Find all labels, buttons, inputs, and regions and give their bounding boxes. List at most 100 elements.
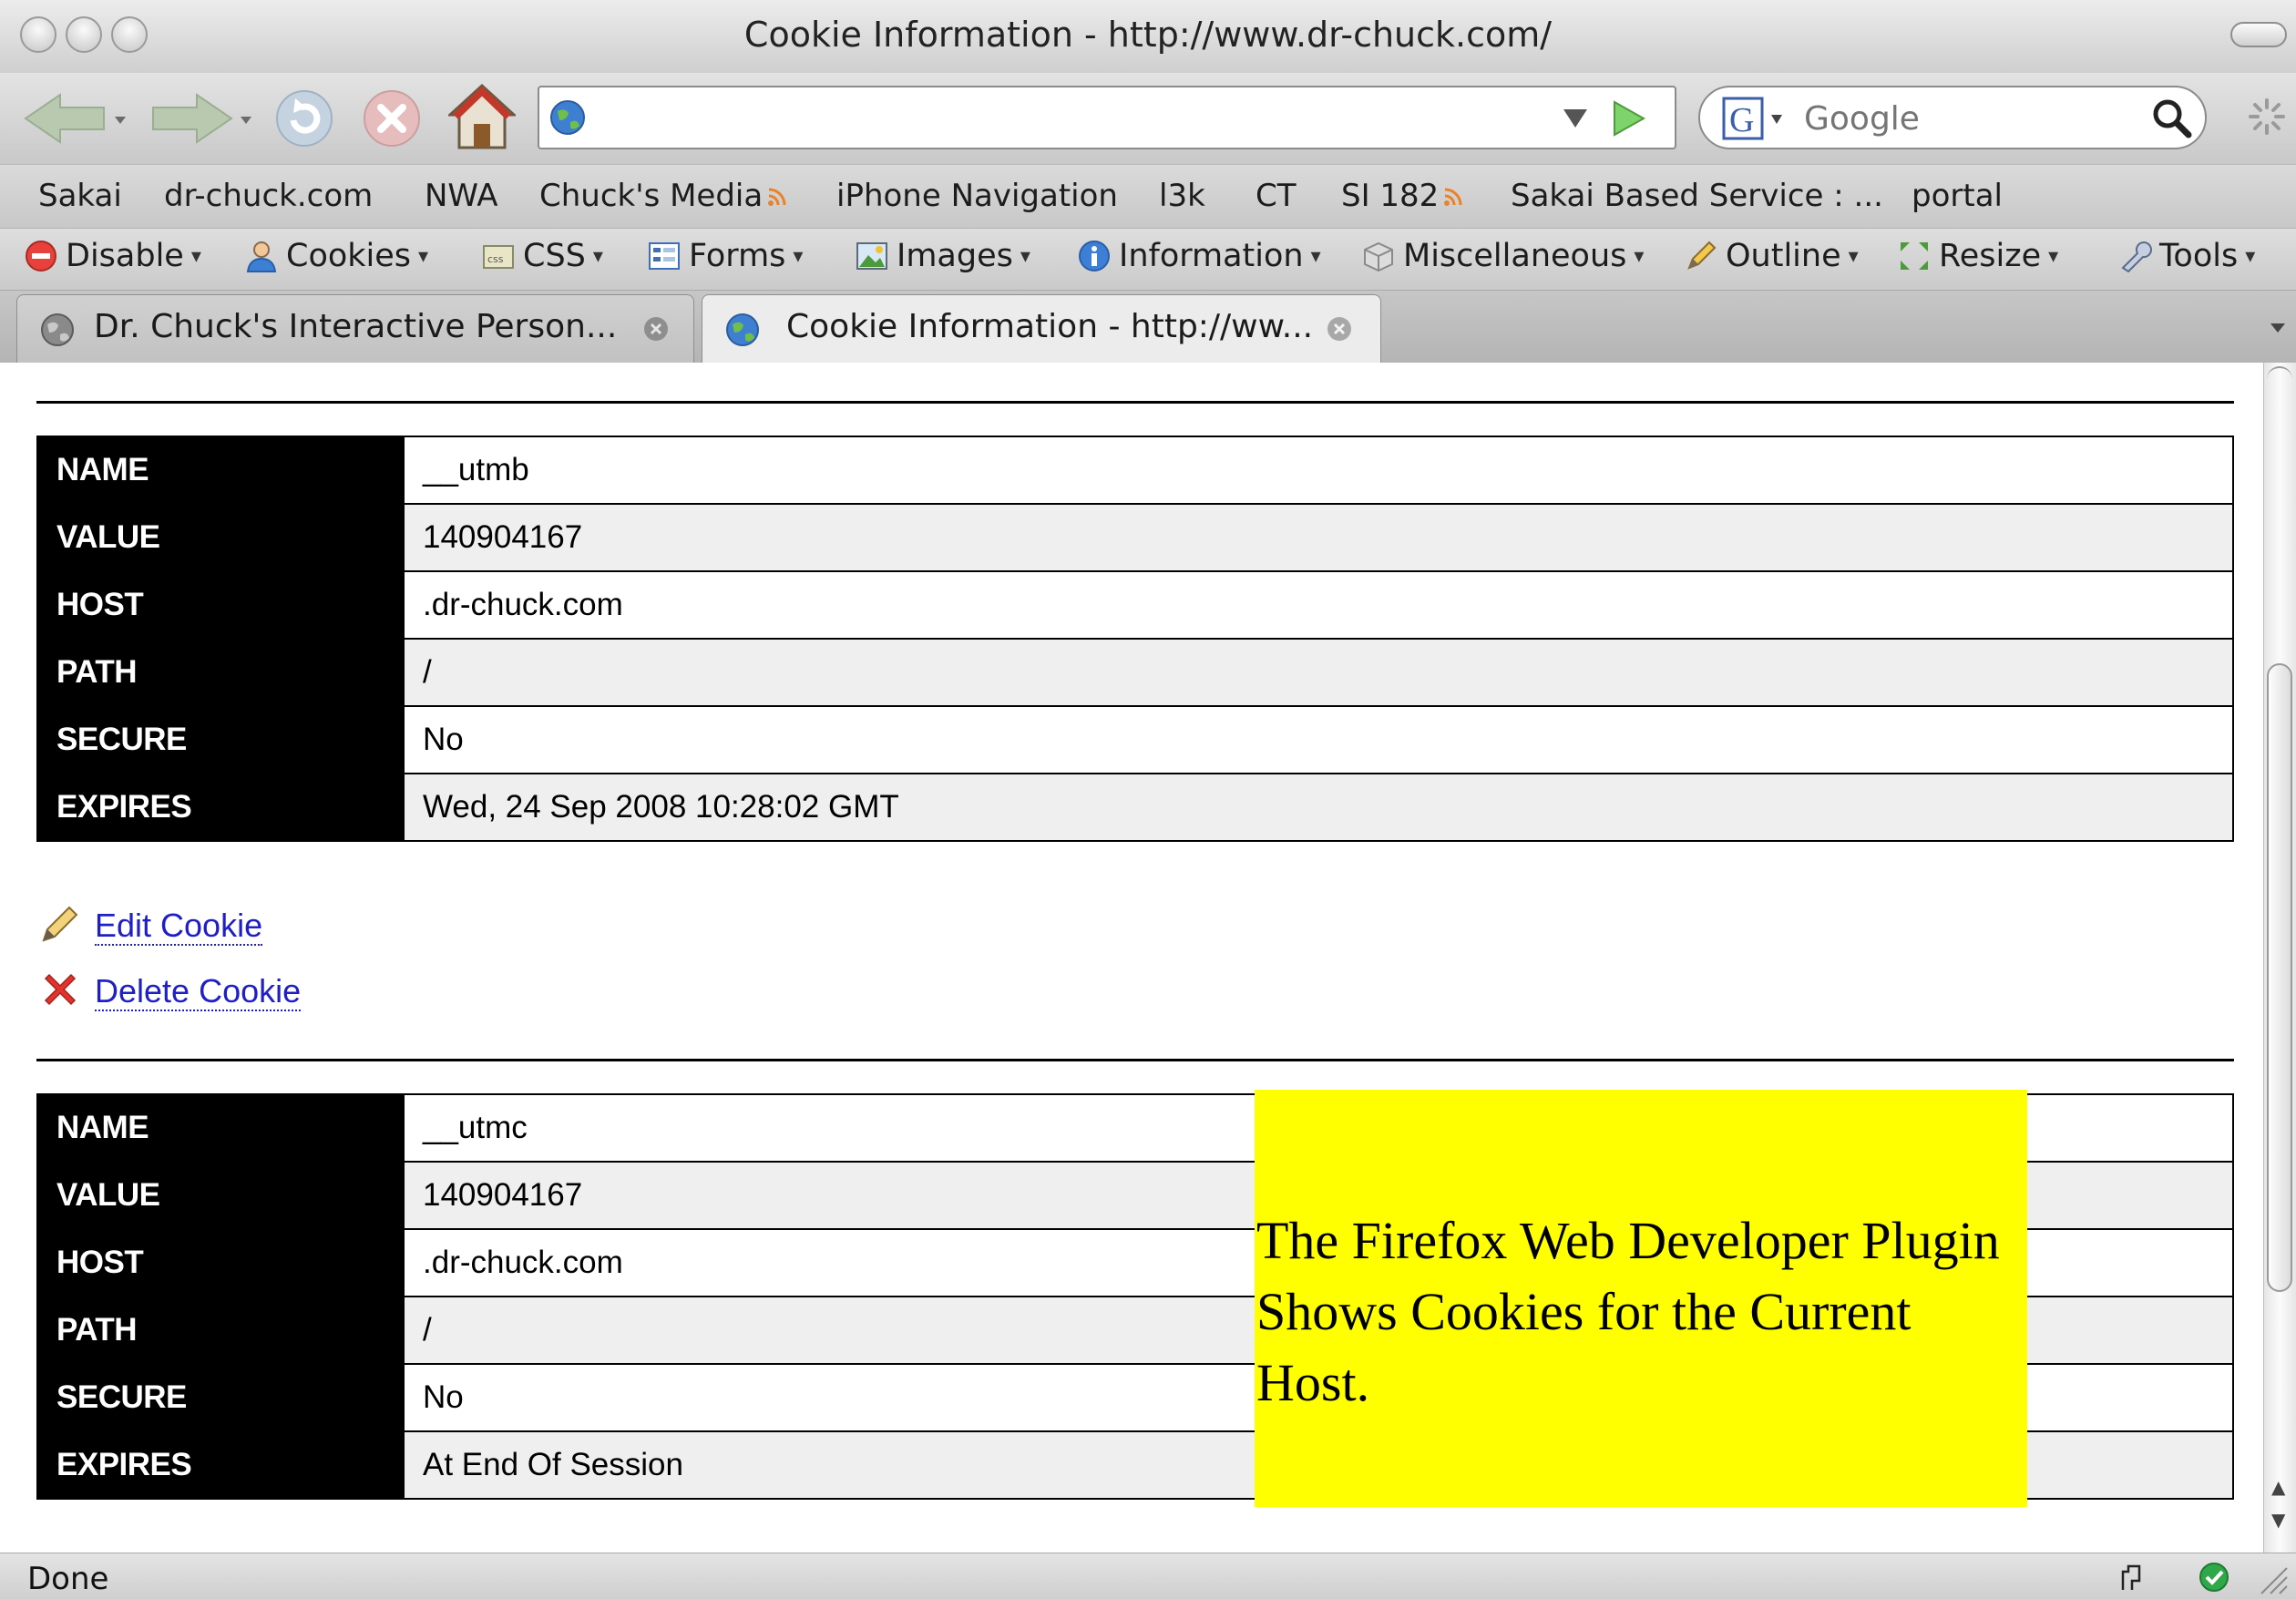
cookie-value: .dr-chuck.com	[403, 570, 2234, 640]
outline-menu[interactable]: Outline ▾	[1684, 238, 1859, 274]
back-arrow-icon[interactable]	[20, 89, 129, 148]
resize-grip-icon[interactable]	[2256, 1563, 2289, 1595]
bookmark-sakai-based-service[interactable]: Sakai Based Service : ...	[1511, 178, 1883, 214]
tab-list-dropdown-icon[interactable]	[2269, 322, 2287, 334]
home-icon[interactable]	[448, 82, 516, 151]
window-title: Cookie Information - http://www.dr-chuck…	[743, 15, 1553, 55]
images-menu[interactable]: Images ▾	[855, 238, 1030, 274]
resize-menu[interactable]: Resize ▾	[1897, 238, 2058, 274]
table-row: PATH /	[36, 638, 2234, 707]
cookie-key: HOST	[36, 570, 405, 640]
cookie-value: /	[403, 638, 2234, 707]
scroll-up-arrow-icon[interactable]: ▲	[2271, 1476, 2285, 1498]
resize-arrows-icon	[1901, 242, 1928, 270]
tab-dr-chucks-interactive[interactable]: Dr. Chuck's Interactive Person...	[16, 294, 694, 364]
table-row: HOST .dr-chuck.com	[36, 570, 2234, 640]
edit-pencil-icon	[42, 906, 78, 942]
tab-favicon-globe-icon	[726, 313, 759, 346]
bookmarks-toolbar: Sakai dr-chuck.com NWA Chuck's Media iPh…	[0, 164, 2296, 229]
cookie-value: Wed, 24 Sep 2008 10:28:02 GMT	[403, 773, 2234, 842]
rss-feed-icon	[768, 188, 786, 206]
delete-cookie-action: Delete Cookie	[40, 969, 302, 1011]
title-bar: Cookie Information - http://www.dr-chuck…	[0, 0, 2296, 74]
table-row: SECURE No	[36, 705, 2234, 774]
information-menu[interactable]: Information ▾	[1077, 238, 1321, 274]
search-box: G	[1698, 86, 2207, 149]
outline-pencil-icon	[1687, 241, 1717, 270]
scroll-down-arrow-icon[interactable]: ▼	[2271, 1509, 2285, 1531]
tools-wrench-icon	[2121, 241, 2152, 273]
page-content: NAME __utmb VALUE 140904167 HOST .dr-chuck.…	[0, 363, 2263, 1553]
reload-icon[interactable]	[273, 87, 335, 149]
bookmark-sakai[interactable]: Sakai	[38, 178, 122, 214]
bookmark-ct[interactable]: CT	[1256, 178, 1297, 214]
bookmark-nwa[interactable]: NWA	[425, 178, 497, 214]
bookmark-l3k[interactable]: l3k	[1159, 178, 1205, 214]
delete-cookie-link[interactable]: Delete Cookie	[95, 972, 302, 1011]
cookie-key: PATH	[36, 638, 405, 707]
table-row: NAME __utmb	[36, 436, 2234, 505]
rss-feed-icon	[1444, 188, 1462, 206]
stop-icon[interactable]	[361, 87, 423, 149]
edit-cookie-link[interactable]: Edit Cookie	[95, 907, 263, 946]
tab-close-icon[interactable]	[1326, 315, 1353, 343]
table-row: EXPIRES Wed, 24 Sep 2008 10:28:02 GMT	[36, 773, 2234, 842]
section-divider	[36, 1059, 2234, 1061]
status-text: Done	[27, 1561, 109, 1597]
cookie-value: No	[403, 705, 2234, 774]
cookie-value: __utmb	[403, 436, 2234, 505]
forms-menu[interactable]: Forms ▾	[647, 238, 803, 274]
images-icon	[856, 242, 887, 270]
cookies-person-icon	[246, 241, 277, 272]
cookie-key: VALUE	[36, 1161, 405, 1230]
tab-favicon-globe-icon	[41, 313, 74, 346]
annotation-callout: The Firefox Web Developer Plugin Shows C…	[1255, 1090, 2027, 1507]
scrollbar-thumb[interactable]	[2267, 663, 2292, 1292]
section-divider	[36, 401, 2234, 404]
edit-cookie-action: Edit Cookie	[40, 904, 263, 946]
miscellaneous-menu[interactable]: Miscellaneous ▾	[1361, 238, 1644, 274]
page-info-icon[interactable]	[2119, 1561, 2152, 1592]
css-icon: css	[483, 245, 514, 269]
cookie-key: NAME	[36, 1093, 405, 1163]
cookie-key: SECURE	[36, 1363, 405, 1432]
go-arrow-icon[interactable]	[1607, 98, 1647, 138]
cookie-key: EXPIRES	[36, 773, 405, 842]
bookmark-iphone-navigation[interactable]: iPhone Navigation	[836, 178, 1118, 214]
toolbar-toggle-button[interactable]	[2230, 22, 2287, 47]
web-developer-toolbar: Disable ▾ Cookies ▾ css CSS ▾ Forms ▾ Images ▾…	[0, 228, 2296, 291]
cookie-key: EXPIRES	[36, 1430, 405, 1500]
cookie-key: PATH	[36, 1296, 405, 1365]
status-bar: Done	[0, 1553, 2296, 1599]
vertical-scrollbar[interactable]: ▲ ▼	[2263, 363, 2296, 1553]
bookmark-chucks-media[interactable]: Chuck's Media	[539, 178, 788, 214]
forward-arrow-icon[interactable]	[146, 89, 255, 148]
bookmark-dr-chuck[interactable]: dr-chuck.com	[164, 178, 373, 214]
svg-text:G: G	[1729, 101, 1754, 139]
activity-spinner-icon	[2249, 98, 2285, 135]
table-row: VALUE 140904167	[36, 503, 2234, 572]
tools-menu[interactable]: Tools ▾	[2117, 238, 2255, 274]
forms-icon	[649, 242, 680, 270]
bookmark-portal[interactable]: portal	[1912, 178, 2003, 214]
scrollbar-track-cap	[2267, 366, 2292, 405]
tab-cookie-information[interactable]: Cookie Information - http://ww...	[702, 294, 1381, 364]
validation-ok-icon[interactable]	[2198, 1561, 2230, 1594]
cookie-key: HOST	[36, 1228, 405, 1297]
miscellaneous-box-icon	[1364, 241, 1393, 272]
information-icon	[1079, 241, 1110, 272]
search-icon[interactable]	[2150, 97, 2194, 140]
search-input[interactable]	[1802, 95, 2134, 142]
cookie-key: VALUE	[36, 503, 405, 572]
url-dropdown-icon[interactable]	[1562, 108, 1589, 129]
tab-close-icon[interactable]	[642, 315, 670, 343]
bookmark-si-182[interactable]: SI 182	[1341, 178, 1464, 214]
google-engine-icon[interactable]: G	[1722, 97, 1795, 140]
url-input[interactable]	[594, 93, 1554, 142]
cookie-key: SECURE	[36, 705, 405, 774]
tab-strip: Dr. Chuck's Interactive Person... Cookie…	[0, 290, 2296, 364]
disable-menu[interactable]: Disable ▾	[24, 238, 201, 274]
cookies-menu[interactable]: Cookies ▾	[244, 238, 428, 274]
css-menu[interactable]: css CSS ▾	[481, 238, 603, 274]
url-bar	[538, 86, 1676, 149]
